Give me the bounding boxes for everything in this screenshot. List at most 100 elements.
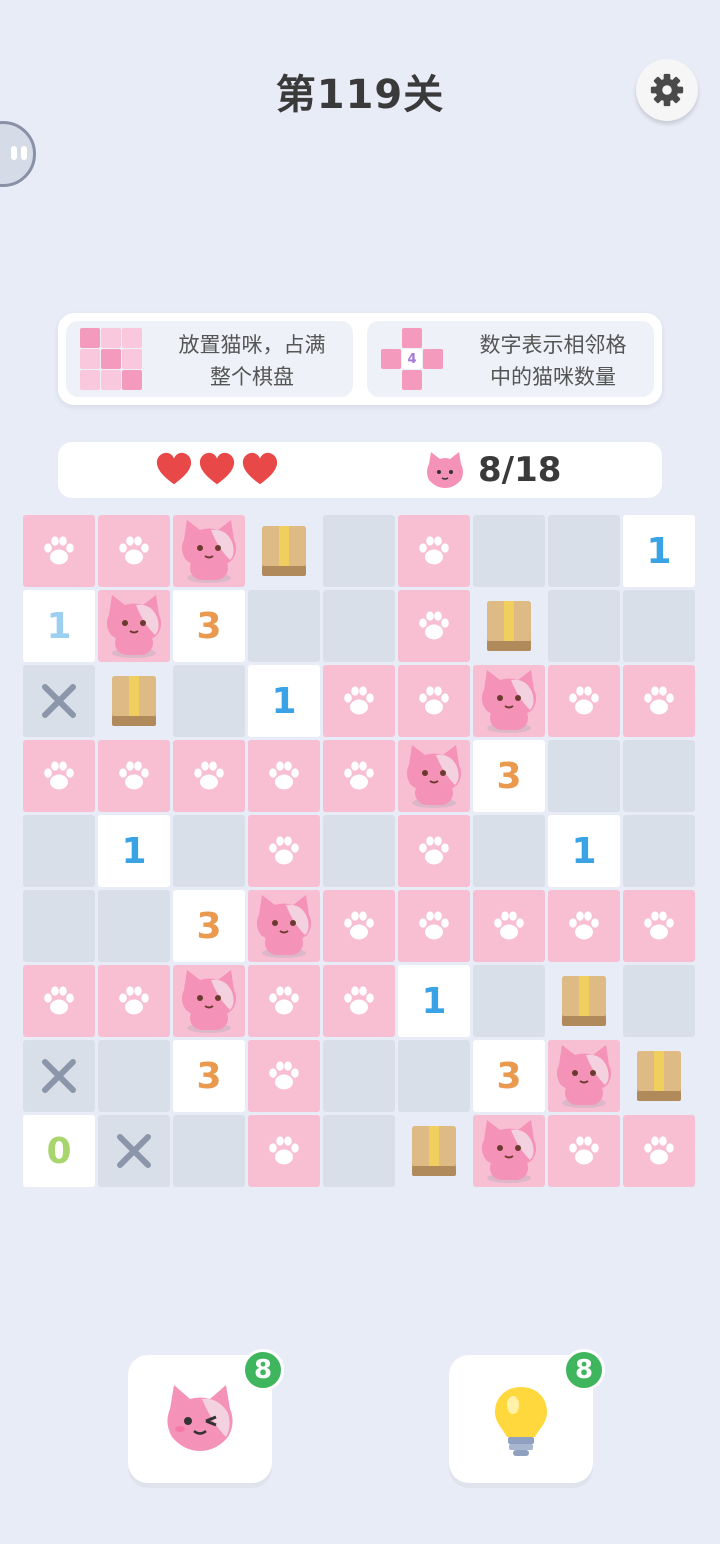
- paw-cell[interactable]: [323, 965, 395, 1037]
- empty-cell[interactable]: [548, 740, 620, 812]
- empty-cell[interactable]: [623, 740, 695, 812]
- empty-cell[interactable]: [173, 1115, 245, 1187]
- cat-cell[interactable]: [398, 740, 470, 812]
- cat-cell[interactable]: [473, 1115, 545, 1187]
- empty-cell[interactable]: [173, 815, 245, 887]
- empty-cell[interactable]: [323, 1115, 395, 1187]
- marked-x-cell[interactable]: [23, 1040, 95, 1112]
- paw-icon: [44, 986, 74, 1015]
- empty-cell[interactable]: [98, 1040, 170, 1112]
- number-cell[interactable]: 3: [473, 1040, 545, 1112]
- paw-cell[interactable]: [248, 740, 320, 812]
- number-cell[interactable]: 1: [548, 815, 620, 887]
- number-cell[interactable]: 1: [23, 590, 95, 662]
- paw-cell[interactable]: [173, 740, 245, 812]
- empty-cell[interactable]: [548, 515, 620, 587]
- rule-number-grid-icon: 4: [381, 328, 443, 390]
- paw-cell[interactable]: [623, 890, 695, 962]
- box-icon: [412, 1126, 456, 1176]
- paw-icon: [644, 686, 674, 715]
- number-cell[interactable]: 1: [248, 665, 320, 737]
- number-cell[interactable]: 1: [623, 515, 695, 587]
- rule-hint-text-4: 中的猫咪数量: [490, 365, 616, 389]
- empty-cell[interactable]: [173, 665, 245, 737]
- number-cell[interactable]: 3: [173, 1040, 245, 1112]
- cell-number: 3: [496, 1055, 522, 1097]
- paw-cell[interactable]: [398, 890, 470, 962]
- empty-cell[interactable]: [323, 590, 395, 662]
- number-cell[interactable]: 1: [98, 815, 170, 887]
- empty-cell[interactable]: [23, 890, 95, 962]
- paw-cell[interactable]: [23, 740, 95, 812]
- paw-cell[interactable]: [23, 965, 95, 1037]
- hint-button-badge: 8: [563, 1349, 605, 1391]
- paw-cell[interactable]: [248, 815, 320, 887]
- box-cell[interactable]: [548, 965, 620, 1037]
- cat-cell[interactable]: [248, 890, 320, 962]
- paw-cell[interactable]: [398, 665, 470, 737]
- empty-cell[interactable]: [398, 1040, 470, 1112]
- paw-cell[interactable]: [623, 1115, 695, 1187]
- paw-cell[interactable]: [323, 665, 395, 737]
- number-cell[interactable]: 1: [398, 965, 470, 1037]
- cell-number: 3: [196, 1055, 222, 1097]
- empty-cell[interactable]: [623, 815, 695, 887]
- empty-cell[interactable]: [473, 815, 545, 887]
- empty-cell[interactable]: [98, 890, 170, 962]
- box-cell[interactable]: [248, 515, 320, 587]
- cat-cell[interactable]: [98, 590, 170, 662]
- paw-cell[interactable]: [398, 515, 470, 587]
- box-cell[interactable]: [398, 1115, 470, 1187]
- cell-number: 1: [571, 830, 597, 872]
- empty-cell[interactable]: [473, 515, 545, 587]
- empty-cell[interactable]: [323, 515, 395, 587]
- box-icon: [487, 601, 531, 651]
- empty-cell[interactable]: [623, 590, 695, 662]
- number-cell[interactable]: 3: [473, 740, 545, 812]
- floating-assistant-ball[interactable]: [0, 121, 36, 187]
- number-cell[interactable]: 3: [173, 590, 245, 662]
- paw-cell[interactable]: [323, 890, 395, 962]
- number-cell[interactable]: 0: [23, 1115, 95, 1187]
- cat-cell[interactable]: [548, 1040, 620, 1112]
- paw-cell[interactable]: [98, 515, 170, 587]
- empty-cell[interactable]: [548, 590, 620, 662]
- cross-mark-icon: [117, 1134, 151, 1168]
- empty-cell[interactable]: [473, 965, 545, 1037]
- heart-icon: [242, 452, 278, 485]
- paw-cell[interactable]: [548, 1115, 620, 1187]
- place-cat-button[interactable]: 8: [128, 1349, 284, 1483]
- settings-button[interactable]: [636, 59, 698, 121]
- cat-cell[interactable]: [173, 515, 245, 587]
- paw-cell[interactable]: [398, 590, 470, 662]
- paw-cell[interactable]: [23, 515, 95, 587]
- cat-cell[interactable]: [473, 665, 545, 737]
- empty-cell[interactable]: [623, 965, 695, 1037]
- paw-cell[interactable]: [248, 1115, 320, 1187]
- marked-x-cell[interactable]: [23, 665, 95, 737]
- paw-cell[interactable]: [98, 965, 170, 1037]
- cat-cell[interactable]: [173, 965, 245, 1037]
- box-cell[interactable]: [473, 590, 545, 662]
- paw-cell[interactable]: [248, 965, 320, 1037]
- paw-icon: [119, 986, 149, 1015]
- box-cell[interactable]: [623, 1040, 695, 1112]
- number-cell[interactable]: 3: [173, 890, 245, 962]
- empty-cell[interactable]: [23, 815, 95, 887]
- paw-cell[interactable]: [248, 1040, 320, 1112]
- paw-cell[interactable]: [473, 890, 545, 962]
- paw-cell[interactable]: [548, 665, 620, 737]
- paw-cell[interactable]: [623, 665, 695, 737]
- hint-button[interactable]: 8: [449, 1349, 605, 1483]
- empty-cell[interactable]: [323, 815, 395, 887]
- paw-cell[interactable]: [398, 815, 470, 887]
- paw-cell[interactable]: [548, 890, 620, 962]
- paw-icon: [44, 761, 74, 790]
- marked-x-cell[interactable]: [98, 1115, 170, 1187]
- pink-cat-icon: [256, 895, 312, 958]
- empty-cell[interactable]: [323, 1040, 395, 1112]
- empty-cell[interactable]: [248, 590, 320, 662]
- paw-cell[interactable]: [323, 740, 395, 812]
- paw-cell[interactable]: [98, 740, 170, 812]
- box-cell[interactable]: [98, 665, 170, 737]
